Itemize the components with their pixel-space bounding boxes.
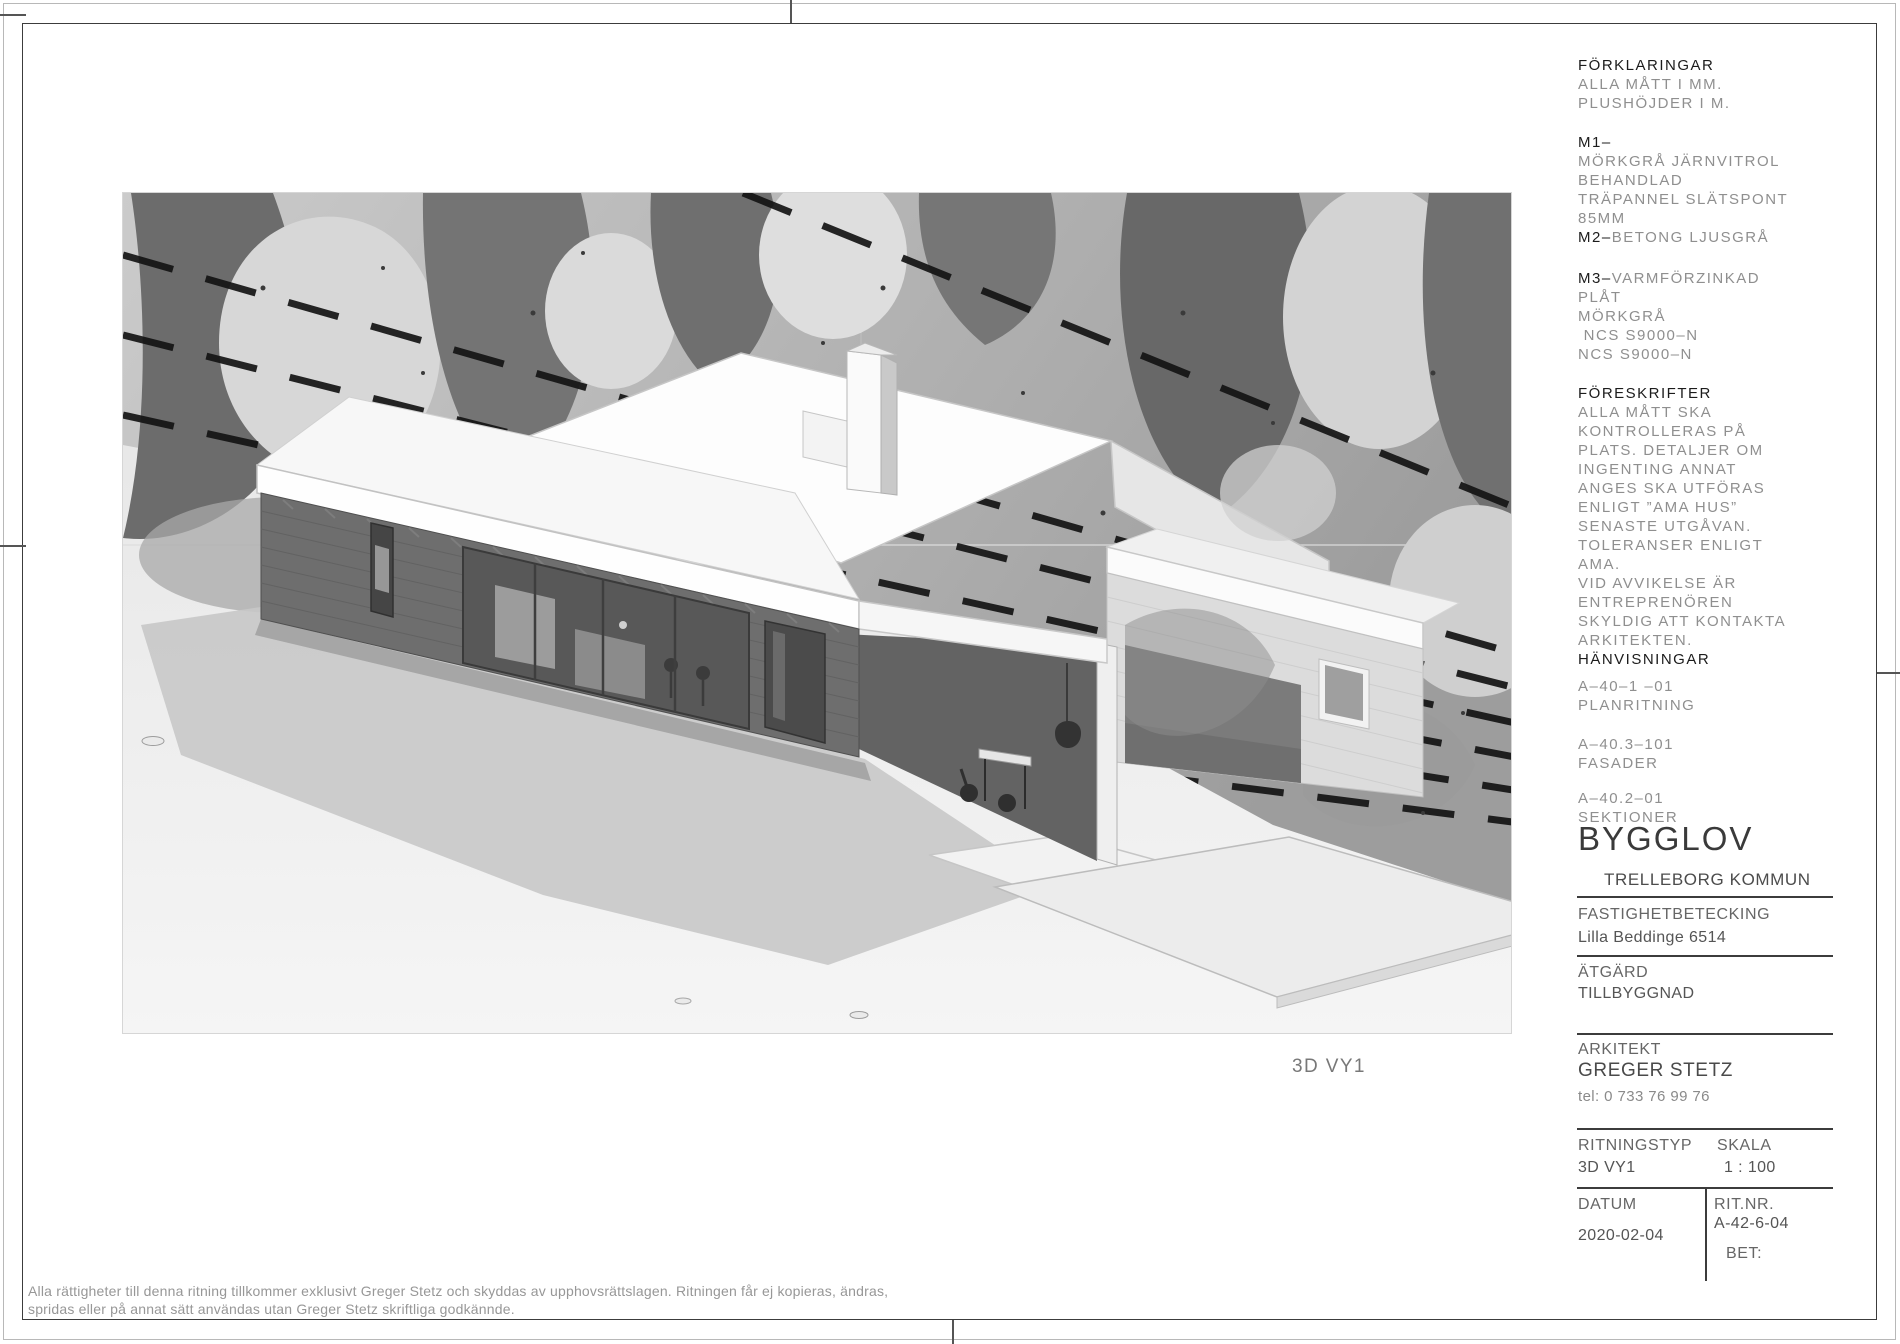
architect-label: ARKITEKT	[1578, 1041, 1661, 1059]
legend-line: PLUSHÖJDER I M.	[1578, 94, 1853, 113]
regulations-line: VID AVVIKELSE ÄR	[1578, 574, 1853, 593]
action-value: TILLBYGGNAD	[1578, 985, 1694, 1003]
copyright-line: Alla rättigheter till denna ritning till…	[28, 1283, 888, 1299]
material-m1-line: MÖRKGRÅ JÄRNVITROL	[1578, 152, 1853, 171]
regulations-line: KONTROLLERAS PÅ	[1578, 422, 1853, 441]
titleblock-rule	[1577, 955, 1833, 957]
revision-label: BET:	[1726, 1245, 1762, 1263]
regulations-line: ENTREPRENÖREN	[1578, 593, 1853, 612]
legend-title: FÖRKLARINGAR	[1578, 56, 1853, 75]
regulations-line: ALLA MÅTT SKA	[1578, 403, 1853, 422]
property-label: FASTIGHETBETECKING	[1578, 906, 1770, 924]
scale-value: 1 : 100	[1724, 1159, 1776, 1177]
reference-label: FASADER	[1578, 754, 1853, 773]
material-m3-value: VARMFÖRZINKAD	[1612, 270, 1760, 287]
material-m1-line: TRÄPANNEL SLÄTSPONT	[1578, 190, 1853, 209]
number-value: A-42-6-04	[1714, 1215, 1789, 1233]
annotation-column: FÖRKLARINGAR ALLA MÅTT I MM. PLUSHÖJDER …	[1578, 56, 1853, 827]
date-value: 2020-02-04	[1578, 1227, 1664, 1245]
regulations-line: INGENTING ANNAT	[1578, 460, 1853, 479]
date-label: DATUM	[1578, 1196, 1637, 1214]
fold-mark	[952, 1320, 954, 1344]
titleblock-rule	[1577, 896, 1833, 898]
reference-code: A–40.2–01	[1578, 789, 1853, 808]
fold-mark	[0, 545, 26, 547]
titleblock-rule	[1577, 1033, 1833, 1035]
regulations-line: ENLIGT ”AMA HUS”	[1578, 498, 1853, 517]
regulations-line: ANGES SKA UTFÖRAS	[1578, 479, 1853, 498]
municipality: TRELLEBORG KOMMUN	[1604, 870, 1811, 890]
material-m3-line: NCS S9000–N	[1578, 326, 1853, 345]
legend-line: ALLA MÅTT I MM.	[1578, 75, 1853, 94]
fold-mark	[0, 14, 26, 16]
titleblock-rule	[1577, 1128, 1833, 1130]
drawing-type-label: RITNINGSTYP	[1578, 1137, 1692, 1155]
material-m3-code: M3–	[1578, 270, 1612, 287]
regulations-line: SENASTE UTGÅVAN.	[1578, 517, 1853, 536]
wing-window-glass	[1325, 665, 1363, 721]
material-m2-line: M2–BETONG LJUSGRÅ	[1578, 228, 1853, 247]
regulations-line: PLATS. DETALJER OM	[1578, 441, 1853, 460]
porch-glass-reflection	[773, 631, 785, 721]
reference-code: A–40–1 –01	[1578, 677, 1853, 696]
3d-view-rendering	[123, 193, 1511, 1033]
titleblock-divider	[1705, 1188, 1707, 1281]
reference-code: A–40.3–101	[1578, 735, 1853, 754]
architect-name: GREGER STETZ	[1578, 1060, 1733, 1082]
material-m1-code: M1–	[1578, 133, 1853, 152]
material-m3-line: PLÅT	[1578, 288, 1853, 307]
action-label: ÄTGÄRD	[1578, 964, 1648, 982]
material-m3-line: MÖRKGRÅ	[1578, 307, 1853, 326]
number-label: RIT.NR.	[1714, 1196, 1774, 1214]
material-m2-code: M2–	[1578, 229, 1612, 246]
copyright-line: spridas eller på annat sätt användas uta…	[28, 1301, 515, 1317]
tall-window-reflection	[375, 545, 389, 593]
drawing-type-value: 3D VY1	[1578, 1159, 1636, 1177]
regulations-line: AMA.	[1578, 555, 1853, 574]
regulations-line: SKYLDIG ATT KONTAKTA	[1578, 612, 1853, 631]
regulations-line: TOLERANSER ENLIGT	[1578, 536, 1853, 555]
drawing-sheet: { "palette": { "paper": "#ffffff", "fram…	[0, 0, 1900, 1344]
permit-title: BYGGLOV	[1578, 820, 1753, 858]
drawing-caption: 3D VY1	[1292, 1056, 1366, 1078]
material-m1-line: 85MM	[1578, 209, 1853, 228]
porch-corner-column	[1097, 643, 1117, 865]
material-m1-line: BEHANDLAD	[1578, 171, 1853, 190]
regulations-line: ARKITEKTEN.	[1578, 631, 1853, 650]
material-m3-line: NCS S9000–N	[1578, 345, 1853, 364]
property-value: Lilla Beddinge 6514	[1578, 929, 1726, 947]
material-m3-line: M3–VARMFÖRZINKAD	[1578, 269, 1853, 288]
reference-label: PLANRITNING	[1578, 696, 1853, 715]
scale-label: SKALA	[1717, 1137, 1772, 1155]
regulations-title: FÖRESKRIFTER	[1578, 384, 1853, 403]
references-title: HÄNVISNINGAR	[1578, 650, 1853, 669]
architect-phone: tel: 0 733 76 99 76	[1578, 1088, 1710, 1105]
fold-mark	[790, 0, 792, 23]
fold-mark	[1877, 672, 1900, 674]
foliage-over-roof	[1220, 445, 1336, 541]
drawing-viewport	[122, 192, 1512, 1034]
material-m2-value: BETONG LJUSGRÅ	[1612, 229, 1769, 246]
